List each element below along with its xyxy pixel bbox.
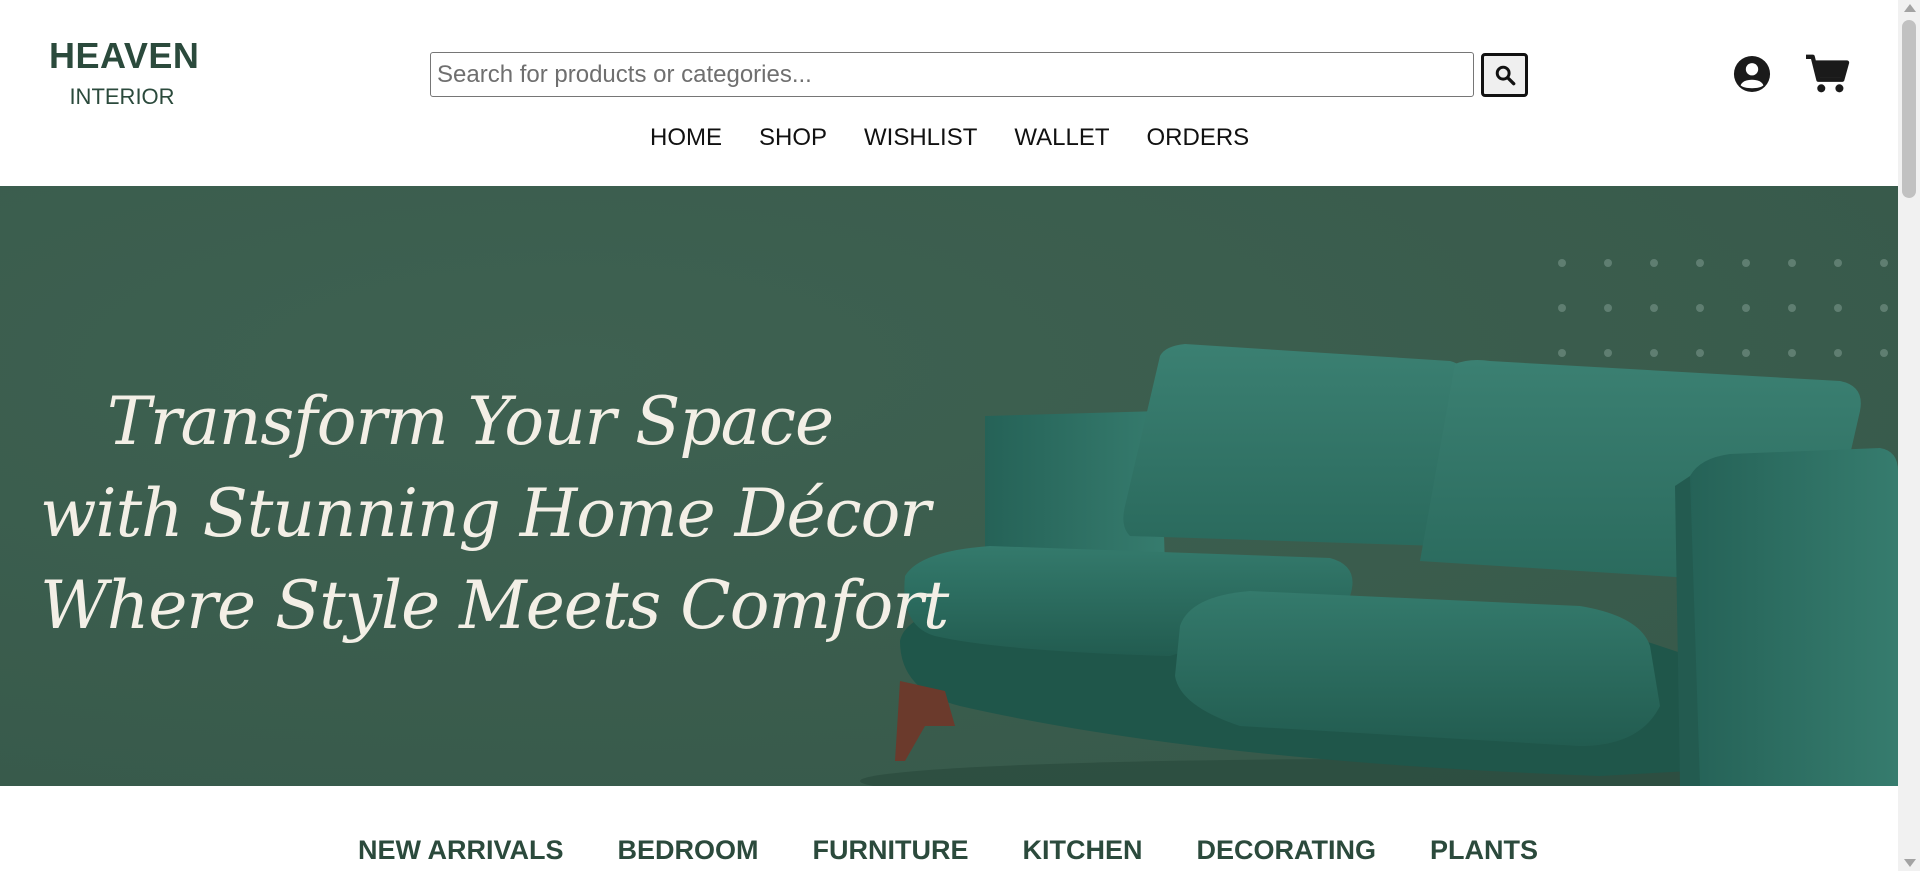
nav-wallet[interactable]: WALLET bbox=[1014, 123, 1109, 153]
site-header: HEAVEN INTERIOR HOME SHOP WISHLIST WALLE… bbox=[0, 0, 1898, 186]
category-nav: NEW ARRIVALS BEDROOM FURNITURE KITCHEN D… bbox=[358, 835, 1592, 866]
brand-title: HEAVEN bbox=[49, 35, 200, 76]
scroll-up-arrow-icon[interactable] bbox=[1904, 4, 1916, 12]
category-bedroom[interactable]: BEDROOM bbox=[618, 835, 759, 866]
category-plants[interactable]: PLANTS bbox=[1430, 835, 1538, 866]
nav-home[interactable]: HOME bbox=[650, 123, 722, 153]
vertical-scrollbar[interactable] bbox=[1898, 0, 1920, 871]
brand-logo[interactable]: HEAVEN INTERIOR bbox=[49, 35, 200, 110]
scroll-down-arrow-icon[interactable] bbox=[1904, 859, 1916, 867]
nav-orders[interactable]: ORDERS bbox=[1147, 123, 1250, 153]
search-button[interactable] bbox=[1481, 52, 1528, 97]
user-circle-icon[interactable] bbox=[1733, 55, 1771, 93]
nav-wishlist[interactable]: WISHLIST bbox=[864, 123, 977, 153]
brand-subtitle: INTERIOR bbox=[69, 84, 175, 109]
hero-line-3: Where Style Meets Comfort bbox=[40, 567, 949, 644]
category-furniture[interactable]: FURNITURE bbox=[813, 835, 969, 866]
search-input[interactable] bbox=[430, 52, 1474, 97]
hero-line-1: Transform Your Space bbox=[106, 383, 834, 460]
search-icon bbox=[1495, 65, 1515, 85]
search-bar bbox=[430, 52, 1528, 97]
main-nav: HOME SHOP WISHLIST WALLET ORDERS bbox=[650, 123, 1286, 153]
page: HEAVEN INTERIOR HOME SHOP WISHLIST WALLE… bbox=[0, 0, 1898, 871]
hero-headline: Transform Your Space with Stunning Home … bbox=[40, 376, 949, 652]
shopping-cart-icon[interactable] bbox=[1804, 53, 1850, 95]
category-decorating[interactable]: DECORATING bbox=[1197, 835, 1377, 866]
category-kitchen[interactable]: KITCHEN bbox=[1023, 835, 1143, 866]
category-new-arrivals[interactable]: NEW ARRIVALS bbox=[358, 835, 564, 866]
hero-banner: Transform Your Space with Stunning Home … bbox=[0, 186, 1898, 786]
hero-line-2: with Stunning Home Décor bbox=[40, 475, 931, 552]
scrollbar-thumb[interactable] bbox=[1902, 20, 1916, 198]
nav-shop[interactable]: SHOP bbox=[759, 123, 827, 153]
